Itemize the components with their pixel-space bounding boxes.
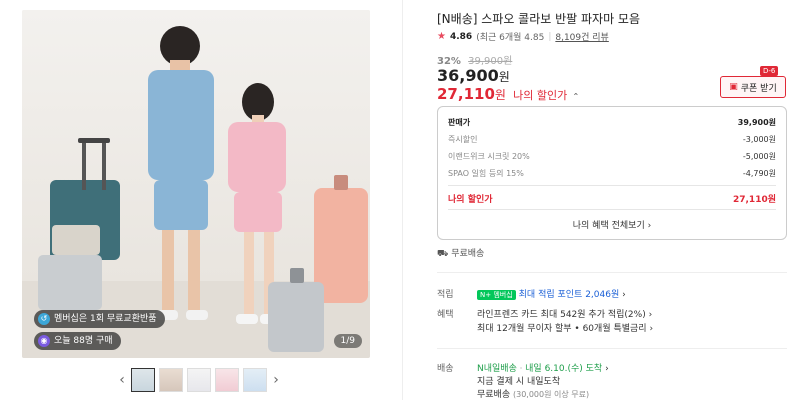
rating-score: 4.86 <box>449 31 473 42</box>
my-price-unit: 원 <box>494 88 506 102</box>
free-shipping-line: 무료배송 (30,000원 이상 무료) <box>477 387 589 400</box>
thumbnail-5[interactable] <box>243 368 267 392</box>
thumbnail-3[interactable] <box>187 368 211 392</box>
breakdown-row-spao: SPAO 일힘 등의 15% -4,790원 <box>448 168 776 179</box>
pay-now-arrival-text: 지금 결제 시 내일도착 <box>477 377 561 387</box>
product-title: [N배송] 스파오 콜라보 반팔 파자마 모음 <box>437 12 641 26</box>
breakdown-row-instant: 즉시할인 -3,000원 <box>448 134 776 145</box>
shipping-section: 배송 N내일배송 · 내일 6.10.(수) 도착 › 지금 결제 시 내일도착… <box>437 361 787 400</box>
free-shipping-condition: (30,000원 이상 무료) <box>513 390 590 399</box>
breakdown-value: -4,790원 <box>742 169 776 178</box>
rating-row: ★ 4.86 (최근 6개월 4.85 | 8,109건 리뷰 <box>437 30 609 43</box>
benefits-label: 혜택 <box>437 310 454 320</box>
my-price-value: 27,110 <box>437 85 495 103</box>
breakdown-label: SPAO 일힘 등의 15% <box>448 169 524 178</box>
breakdown-label: 이랜드위크 시크릿 20% <box>448 152 530 161</box>
breakdown-value: -5,000원 <box>742 152 776 161</box>
thumbnail-1[interactable] <box>131 368 155 392</box>
breakdown-row-my-price: 나의 할인가 27,110원 <box>448 192 776 205</box>
next-day-delivery-badge: N내일배송 <box>477 364 517 374</box>
rating-recent: (최근 6개월 4.85 <box>476 33 545 43</box>
dot-separator: · <box>519 364 523 373</box>
breakdown-row-secret: 이랜드위크 시크릿 20% -5,000원 <box>448 151 776 162</box>
breakdown-divider <box>448 185 776 186</box>
thumbnail-2[interactable] <box>159 368 183 392</box>
points-section: 적립 N+ 멤버십 최대 적립 포인트 2,046원 › <box>437 287 787 301</box>
coupon-button[interactable]: ▣ 쿠폰 받기 <box>720 76 786 98</box>
thumbnail-4[interactable] <box>215 368 239 392</box>
breakdown-row-list-price: 판매가 39,900원 <box>448 117 776 128</box>
chevron-right-icon: › <box>649 324 654 334</box>
delivery-eta: 내일 6.10.(수) 도착 <box>525 364 603 374</box>
benefit-installment-text: 최대 12개월 무이자 할부 • 60개월 특별금리 <box>477 324 647 334</box>
sale-price-value: 36,900 <box>437 66 499 85</box>
purchase-count-text: 오늘 88명 구매 <box>54 336 113 346</box>
rating-separator: | <box>548 31 552 42</box>
free-delivery-text: 무료배송 <box>451 249 485 259</box>
product-photo-illustration <box>38 26 368 352</box>
review-count-link[interactable]: 8,109건 리뷰 <box>555 30 608 43</box>
column-divider <box>402 0 403 400</box>
my-price-label: 나의 할인가 <box>513 89 568 102</box>
chevron-right-icon: › <box>648 310 653 320</box>
section-divider <box>437 348 787 349</box>
image-counter: 1/9 <box>333 334 362 348</box>
price-breakdown-box: 판매가 39,900원 즉시할인 -3,000원 이랜드위크 시크릿 20% -… <box>437 106 787 240</box>
membership-badge-text: 멤버십은 1회 무료교환반품 <box>54 314 157 324</box>
product-main-image[interactable]: ↺ 멤버십은 1회 무료교환반품 ◉ 오늘 88명 구매 1/9 <box>22 10 370 358</box>
benefit-card-text: 라인프렌즈 카드 최대 542원 추가 적립(2%) <box>477 310 646 320</box>
benefit-card-line[interactable]: 라인프렌즈 카드 최대 542원 추가 적립(2%) › <box>477 307 652 320</box>
chevron-up-icon: ⌃ <box>572 92 580 101</box>
benefit-installment-line[interactable]: 최대 12개월 무이자 할부 • 60개월 특별금리 › <box>477 321 653 334</box>
points-value[interactable]: N+ 멤버십 최대 적립 포인트 2,046원 › <box>477 287 626 300</box>
view-all-benefits-label: 나의 혜택 전체보기 <box>572 221 645 231</box>
discount-row: 32% 39,900원 <box>437 52 512 67</box>
shipping-label: 배송 <box>437 364 454 374</box>
max-points-text: 최대 적립 포인트 2,046원 <box>518 290 620 300</box>
points-label: 적립 <box>437 290 454 300</box>
breakdown-label: 즉시할인 <box>448 135 478 144</box>
coupon-icon: ▣ <box>729 82 738 92</box>
purchase-count-badge: ◉ 오늘 88명 구매 <box>34 332 121 350</box>
chevron-right-icon: › <box>622 290 626 300</box>
breakdown-value: -3,000원 <box>742 135 776 144</box>
breakdown-label: 판매가 <box>448 118 471 127</box>
shipping-eta-line[interactable]: N내일배송 · 내일 6.10.(수) 도착 › <box>477 361 609 374</box>
purchase-count-icon: ◉ <box>38 335 50 347</box>
breakdown-my-value: 27,110원 <box>732 195 776 205</box>
my-discount-price[interactable]: 27,110원 나의 할인가 ⌃ <box>437 85 579 103</box>
breakdown-divider <box>448 209 776 210</box>
membership-icon: ↺ <box>38 313 50 325</box>
thumb-next-arrow-icon[interactable]: › <box>271 368 281 392</box>
free-delivery-note: ⛟ 무료배송 <box>437 246 484 260</box>
breakdown-value: 39,900원 <box>737 118 776 127</box>
free-shipping-text: 무료배송 <box>477 390 511 400</box>
star-icon: ★ <box>437 31 446 42</box>
thumbnail-strip: ‹ › <box>117 367 281 393</box>
view-all-benefits-link[interactable]: 나의 혜택 전체보기 › <box>438 218 786 231</box>
membership-badge: ↺ 멤버십은 1회 무료교환반품 <box>34 310 165 328</box>
sale-price-unit: 원 <box>498 70 510 84</box>
section-divider <box>437 272 787 273</box>
npay-membership-badge: N+ 멤버십 <box>477 289 516 300</box>
breakdown-my-label: 나의 할인가 <box>448 195 493 205</box>
coupon-button-label: 쿠폰 받기 <box>740 83 777 94</box>
chevron-right-icon: › <box>605 364 609 374</box>
sale-price: 36,900원 <box>437 66 510 85</box>
chevron-right-icon: › <box>647 221 652 231</box>
thumb-prev-arrow-icon[interactable]: ‹ <box>117 368 127 392</box>
coupon-dday-badge: D-6 <box>760 66 779 76</box>
benefits-section: 혜택 라인프렌즈 카드 최대 542원 추가 적립(2%) › 최대 12개월 … <box>437 307 787 337</box>
truck-icon: ⛟ <box>437 249 449 259</box>
